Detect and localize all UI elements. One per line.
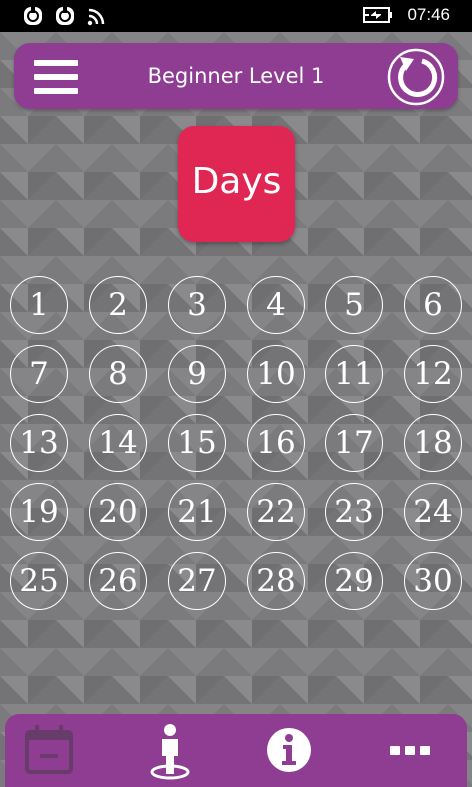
day-button-11[interactable]: 11 <box>325 345 383 403</box>
battery-charging-icon <box>363 7 393 23</box>
day-button-19[interactable]: 19 <box>10 483 68 541</box>
status-bar: 07:46 <box>0 0 472 32</box>
wifi-icon <box>87 8 105 26</box>
notification-app-icon <box>24 7 42 25</box>
page-title: Beginner Level 1 <box>147 64 325 88</box>
day-button-21[interactable]: 21 <box>168 483 226 541</box>
day-button-12[interactable]: 12 <box>404 345 462 403</box>
day-button-7[interactable]: 7 <box>10 345 68 403</box>
app-screen: 07:46 Beginner Level 1 Days 1 2 3 4 5 6 … <box>0 0 472 787</box>
day-button-3[interactable]: 3 <box>168 276 226 334</box>
day-button-20[interactable]: 20 <box>89 483 147 541</box>
day-button-26[interactable]: 26 <box>89 552 147 610</box>
day-button-1[interactable]: 1 <box>10 276 68 334</box>
notification-app-icon <box>56 7 74 25</box>
info-button[interactable] <box>259 720 319 780</box>
calendar-icon <box>25 725 73 774</box>
day-button-6[interactable]: 6 <box>404 276 462 334</box>
day-button-14[interactable]: 14 <box>89 414 147 472</box>
day-button-15[interactable]: 15 <box>168 414 226 472</box>
menu-button[interactable] <box>34 60 78 94</box>
day-button-25[interactable]: 25 <box>10 552 68 610</box>
day-button-13[interactable]: 13 <box>10 414 68 472</box>
day-button-28[interactable]: 28 <box>247 552 305 610</box>
day-button-22[interactable]: 22 <box>247 483 305 541</box>
day-button-23[interactable]: 23 <box>325 483 383 541</box>
refresh-icon <box>398 57 438 97</box>
bottom-nav-bar <box>5 714 467 787</box>
hamburger-menu-icon <box>34 60 78 66</box>
day-button-4[interactable]: 4 <box>247 276 305 334</box>
day-button-9[interactable]: 9 <box>168 345 226 403</box>
hamburger-menu-line <box>34 88 78 94</box>
day-button-24[interactable]: 24 <box>404 483 462 541</box>
day-button-29[interactable]: 29 <box>325 552 383 610</box>
info-icon <box>267 728 311 772</box>
day-button-17[interactable]: 17 <box>325 414 383 472</box>
calendar-button[interactable] <box>19 720 79 780</box>
day-button-10[interactable]: 10 <box>247 345 305 403</box>
day-button-5[interactable]: 5 <box>325 276 383 334</box>
day-button-16[interactable]: 16 <box>247 414 305 472</box>
more-icon <box>390 746 430 755</box>
day-button-30[interactable]: 30 <box>404 552 462 610</box>
day-button-8[interactable]: 8 <box>89 345 147 403</box>
header-bar: Beginner Level 1 <box>14 43 458 109</box>
day-button-2[interactable]: 2 <box>89 276 147 334</box>
day-button-27[interactable]: 27 <box>168 552 226 610</box>
hamburger-menu-line <box>34 74 78 80</box>
days-badge: Days <box>178 126 295 242</box>
status-time: 07:46 <box>407 5 450 24</box>
day-button-18[interactable]: 18 <box>404 414 462 472</box>
refresh-button[interactable] <box>386 47 446 107</box>
more-button[interactable] <box>380 720 440 780</box>
person-icon <box>150 724 190 780</box>
profile-button[interactable] <box>140 720 200 780</box>
